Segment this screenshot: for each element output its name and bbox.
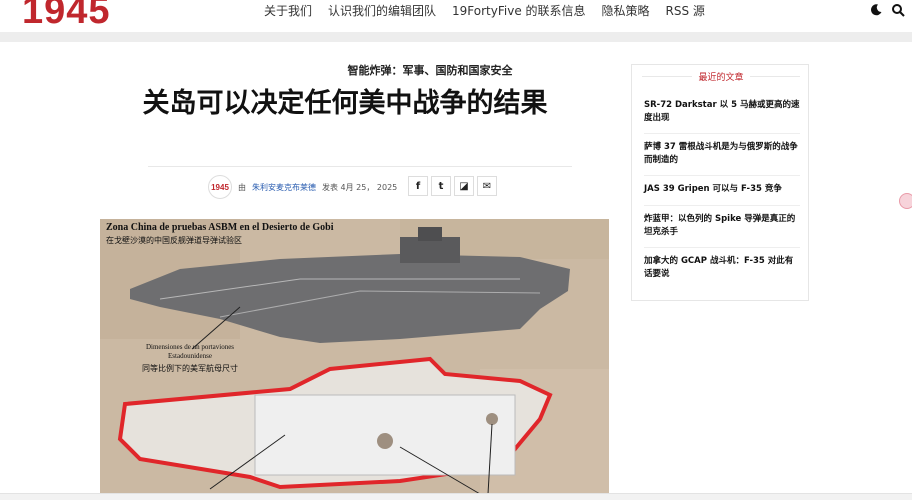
- recent-post-link[interactable]: SR-72 Darkstar 以 5 马赫或更高的速度出现: [644, 99, 800, 125]
- title-divider: [148, 166, 572, 167]
- nav-item-rss[interactable]: RSS 源: [666, 2, 705, 19]
- recent-post-link[interactable]: 萨博 37 雷根战斗机是为与俄罗斯的战争而制造的: [644, 141, 800, 167]
- email-icon[interactable]: ✉: [477, 176, 497, 196]
- browser-bottom-bar: [0, 493, 912, 500]
- nav-item-editorial-team[interactable]: 认识我们的编辑团队: [328, 2, 436, 19]
- site-logo[interactable]: 1945: [22, 0, 111, 33]
- author-link[interactable]: 朱利安麦克布莱德: [252, 182, 316, 193]
- share-buttons: f t ◪ ✉: [408, 176, 497, 196]
- byline-by: 由: [238, 182, 246, 192]
- moon-icon[interactable]: [869, 3, 883, 17]
- post-divider: [644, 205, 800, 206]
- main-nav: 关于我们 认识我们的编辑团队 19FortyFive 的联系信息 隐私策略 RS…: [264, 2, 705, 19]
- article-category[interactable]: 智能炸弹：军事、国防和国家安全: [200, 62, 660, 78]
- facebook-icon[interactable]: f: [408, 176, 428, 196]
- recent-posts-widget: 最近的文章 SR-72 Darkstar 以 5 马赫或更高的速度出现 萨博 3…: [631, 64, 809, 301]
- figure-label-spanish: Dimensiones de un portaviones Estadounid…: [145, 343, 235, 360]
- nav-item-about[interactable]: 关于我们: [264, 2, 312, 19]
- recent-post-link[interactable]: 加拿大的 GCAP 战斗机：F-35 对此有话要说: [644, 255, 800, 281]
- nav-item-privacy[interactable]: 隐私策略: [602, 2, 650, 19]
- header-divider: [0, 32, 912, 42]
- byline: 1945 由 朱利安麦克布莱德 发表 4月 25， 2025: [208, 175, 397, 199]
- flipboard-icon[interactable]: ◪: [454, 176, 474, 196]
- search-icon[interactable]: [891, 3, 905, 17]
- featured-image: Zona China de pruebas ASBM en el Desiert…: [100, 219, 609, 500]
- widget-title: 最近的文章: [632, 70, 810, 83]
- nav-item-contact[interactable]: 19FortyFive 的联系信息: [452, 2, 586, 19]
- recent-post-link[interactable]: JAS 39 Gripen 可以与 F-35 竞争: [644, 183, 800, 196]
- post-divider: [644, 247, 800, 248]
- site-header: 1945 关于我们 认识我们的编辑团队 19FortyFive 的联系信息 隐私…: [0, 0, 912, 32]
- figure-caption-spanish: Zona China de pruebas ASBM en el Desiert…: [106, 222, 334, 233]
- article-title: 关岛可以决定任何美中战争的结果: [142, 88, 548, 119]
- floating-widget-icon[interactable]: [899, 193, 912, 209]
- recent-post-link[interactable]: 炸蓝甲：以色列的 Spike 导弹是真正的坦克杀手: [644, 213, 800, 239]
- publish-date: 发表 4月 25， 2025: [322, 182, 398, 192]
- post-divider: [644, 175, 800, 176]
- figure-label-chinese: 同等比例下的美军航母尺寸: [142, 364, 238, 373]
- twitter-icon[interactable]: t: [431, 176, 451, 196]
- figure-caption-chinese: 在戈壁沙漠的中国反舰弹道导弹试验区: [106, 236, 242, 245]
- author-avatar[interactable]: 1945: [208, 175, 232, 199]
- post-divider: [644, 133, 800, 134]
